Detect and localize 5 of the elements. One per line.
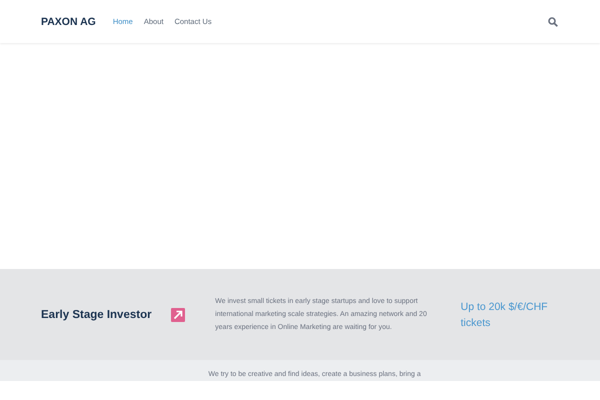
section-title: Early Stage Investor <box>41 308 153 320</box>
site-logo[interactable]: PAXON AG <box>41 16 96 28</box>
arrow-icon <box>170 308 185 322</box>
ticket-size-text: Up to 20k $/€/CHF tickets <box>460 300 549 330</box>
search-icon[interactable] <box>548 16 558 26</box>
